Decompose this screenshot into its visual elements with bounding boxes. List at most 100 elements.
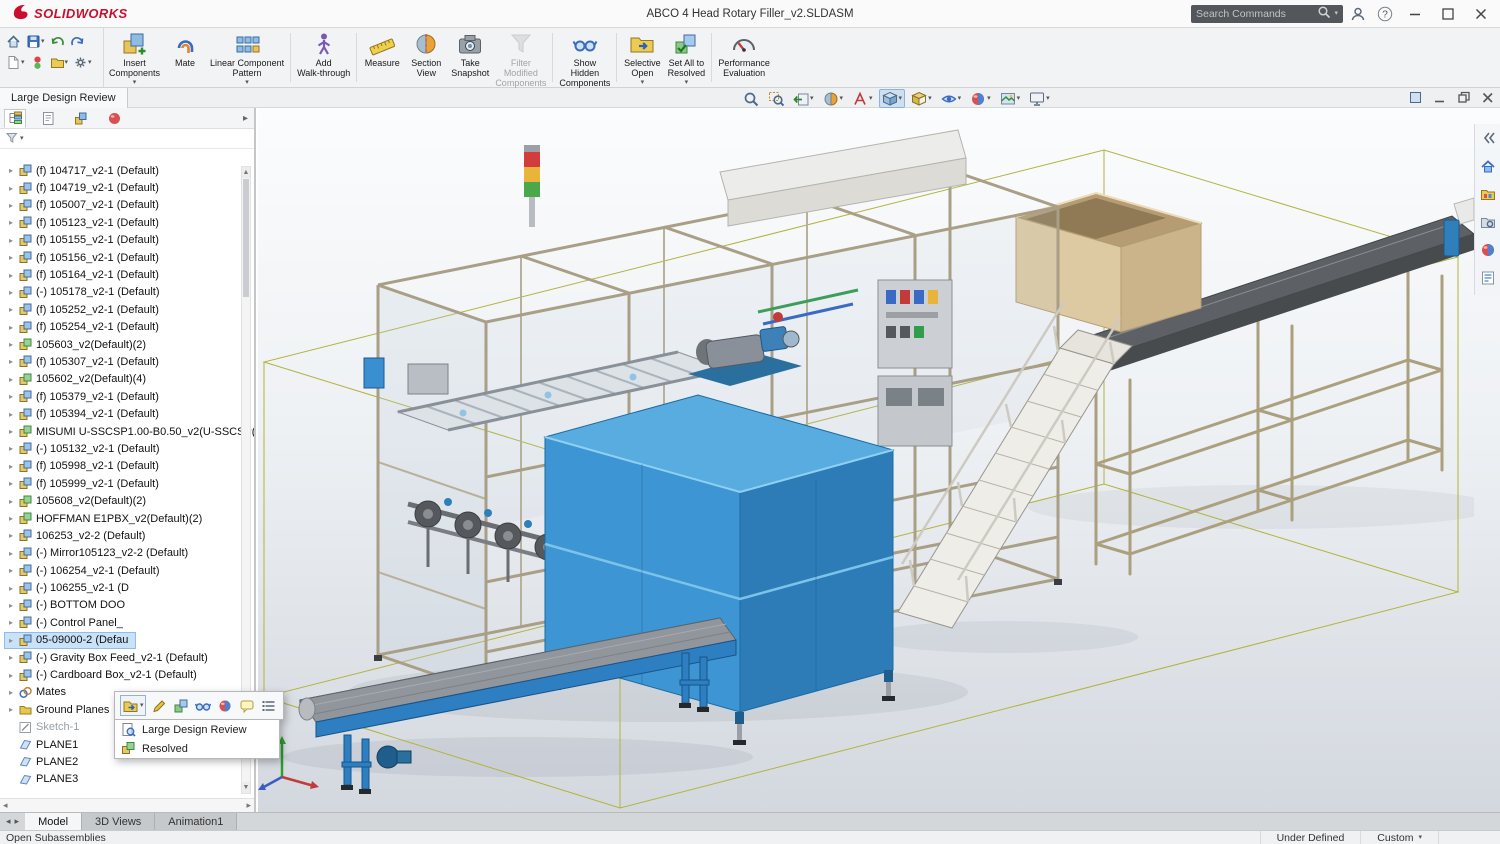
configurations-tab[interactable]: [70, 109, 92, 128]
scroll-down-icon[interactable]: ▼: [242, 782, 250, 793]
apply-scene-button[interactable]: ▾: [997, 89, 1024, 108]
window-close-button[interactable]: [1466, 2, 1496, 26]
expand-arrow-icon[interactable]: ▸: [6, 705, 16, 714]
dropdown-caret-icon[interactable]: ▾: [140, 702, 144, 709]
zoom-fit-button[interactable]: [740, 89, 762, 108]
filter-dropdown-caret-icon[interactable]: ▾: [20, 135, 24, 142]
features-tab[interactable]: [4, 108, 26, 128]
dropdown-caret-icon[interactable]: ▾: [245, 79, 249, 86]
tree-item[interactable]: ▸ 105608_v2(Default)(2): [4, 492, 154, 509]
expand-arrow-icon[interactable]: ▸: [6, 497, 16, 506]
new-document-button[interactable]: ▾: [4, 53, 27, 72]
appearance-button[interactable]: [216, 697, 234, 715]
tree-item[interactable]: ▸ (f) 105007_v2-1 (Default): [4, 197, 167, 214]
tree-item[interactable]: ▸ (-) Mirror105123_v2-2 (Default): [4, 545, 196, 562]
walkthrough-button[interactable]: Add Walk-through: [294, 29, 353, 86]
custom-properties-button[interactable]: [1480, 270, 1496, 289]
tree-item[interactable]: ▸ (f) 105164_v2-1 (Default): [4, 266, 167, 283]
3d-model-view[interactable]: [258, 112, 1474, 812]
electrical-cabinet[interactable]: [877, 279, 953, 447]
display-style-button[interactable]: ▾: [908, 89, 935, 108]
scrollbar-thumb[interactable]: [243, 179, 249, 297]
tree-item[interactable]: PLANE3: [4, 771, 86, 788]
expand-arrow-icon[interactable]: ▸: [6, 549, 16, 558]
tree-item[interactable]: ▸ (-) 106254_v2-1 (Default): [4, 562, 168, 579]
search-icon[interactable]: [1317, 5, 1331, 22]
tree-item[interactable]: ▸ (f) 105252_v2-1 (Default): [4, 301, 167, 318]
tabs-scroll-right-icon[interactable]: ▸: [15, 816, 20, 827]
tab-large-design-review[interactable]: Large Design Review: [0, 88, 128, 108]
tab-animation1[interactable]: Animation1: [155, 813, 238, 830]
menu-item-large-design-review[interactable]: Large Design Review: [115, 720, 279, 739]
section-view-button[interactable]: ▾: [820, 89, 847, 108]
window-minimize-button[interactable]: [1400, 2, 1430, 26]
display-tab[interactable]: [103, 109, 125, 128]
insert-components-button[interactable]: Insert Components ▾: [106, 29, 163, 86]
tree-item[interactable]: ▸ (-) 106255_v2-1 (D: [4, 579, 137, 596]
expand-arrow-icon[interactable]: ▸: [6, 323, 16, 332]
tree-item[interactable]: ▸ MISUMI U-SSCSP1.00-B0.50_v2(U-SSCSP(304…: [4, 423, 254, 440]
expand-arrow-icon[interactable]: ▸: [6, 427, 16, 436]
expand-arrow-icon[interactable]: ▸: [6, 218, 16, 227]
expand-arrow-icon[interactable]: ▸: [6, 357, 16, 366]
panel-flyout-icon[interactable]: ▸: [243, 113, 250, 124]
properties-tab[interactable]: [37, 109, 59, 128]
tree-item[interactable]: ▸ (-) 105132_v2-1 (Default): [4, 440, 168, 457]
configuration-caret-icon[interactable]: ▾: [1418, 834, 1422, 841]
expand-arrow-icon[interactable]: ▸: [6, 462, 16, 471]
tree-item[interactable]: ▸ (f) 105307_v2-1 (Default): [4, 353, 167, 370]
command-search[interactable]: ▾: [1191, 4, 1343, 23]
dropdown-caret-icon[interactable]: ▾: [869, 95, 873, 102]
login-button[interactable]: [1346, 3, 1370, 25]
dropdown-caret-icon[interactable]: ▾: [88, 59, 92, 66]
minimize-doc-button[interactable]: [1432, 90, 1447, 108]
set-resolved-button[interactable]: Set All to Resolved ▾: [664, 29, 708, 86]
home-pane-button[interactable]: [1480, 158, 1496, 177]
tree-item[interactable]: ▸ (-) Control Panel_: [4, 614, 131, 631]
expand-arrow-icon[interactable]: ▸: [6, 688, 16, 697]
tree-item[interactable]: ▸ (f) 105155_v2-1 (Default): [4, 232, 167, 249]
expand-arrow-icon[interactable]: ▸: [6, 236, 16, 245]
tree-item[interactable]: ▸ (f) 104717_v2-1 (Default): [4, 162, 167, 179]
expand-arrow-icon[interactable]: ▸: [6, 479, 16, 488]
redo-button[interactable]: [68, 32, 87, 51]
options-button[interactable]: ▾: [71, 53, 94, 72]
expand-arrow-icon[interactable]: ▸: [6, 618, 16, 627]
tree-item[interactable]: PLANE2: [4, 753, 86, 770]
list-button[interactable]: [260, 697, 278, 715]
expand-arrow-icon[interactable]: ▸: [6, 653, 16, 662]
tree-item[interactable]: ▸ Mates: [4, 684, 74, 701]
expand-arrow-icon[interactable]: ▸: [6, 201, 16, 210]
dropdown-caret-icon[interactable]: ▾: [641, 79, 645, 86]
comment-button[interactable]: [238, 697, 256, 715]
open-button[interactable]: ▾: [48, 53, 71, 72]
mate-button[interactable]: Mate: [163, 29, 207, 86]
file-explorer-button[interactable]: [1480, 214, 1496, 233]
hide-button[interactable]: [194, 697, 212, 715]
selective-open-button[interactable]: Selective Open ▾: [620, 29, 664, 86]
dropdown-caret-icon[interactable]: ▾: [958, 95, 962, 102]
tree-horizontal-scrollbar[interactable]: ◂ ▸: [0, 798, 254, 812]
tree-item[interactable]: ▸ (f) 104719_v2-1 (Default): [4, 179, 167, 196]
scroll-up-icon[interactable]: ▲: [242, 167, 250, 178]
tabs-scroll-left-icon[interactable]: ◂: [6, 816, 11, 827]
scroll-left-icon[interactable]: ◂: [3, 800, 8, 811]
annotations-button[interactable]: ▾: [849, 89, 876, 108]
dropdown-caret-icon[interactable]: ▾: [685, 79, 689, 86]
measure-button[interactable]: Measure: [360, 29, 404, 86]
open-document-button[interactable]: ▾: [120, 695, 146, 716]
expand-arrow-icon[interactable]: ▸: [6, 601, 16, 610]
tree-item[interactable]: ▸ HOFFMAN E1PBX_v2(Default)(2): [4, 510, 210, 527]
dropdown-caret-icon[interactable]: ▾: [928, 95, 932, 102]
expand-arrow-icon[interactable]: ▸: [6, 166, 16, 175]
dropdown-caret-icon[interactable]: ▾: [133, 79, 137, 86]
search-icon[interactable]: [1317, 5, 1331, 19]
dropdown-caret-icon[interactable]: ▾: [810, 95, 814, 102]
expand-arrow-icon[interactable]: ▸: [6, 271, 16, 280]
show-hidden-button[interactable]: ShowHiddenComponents▾: [556, 29, 613, 96]
expand-arrow-icon[interactable]: ▸: [6, 514, 16, 523]
section-view-button[interactable]: Section View: [404, 29, 448, 86]
new-window-button[interactable]: [1408, 90, 1423, 108]
filter-funnel-icon[interactable]: [5, 131, 18, 147]
search-dropdown-caret-icon[interactable]: ▾: [1334, 10, 1338, 17]
